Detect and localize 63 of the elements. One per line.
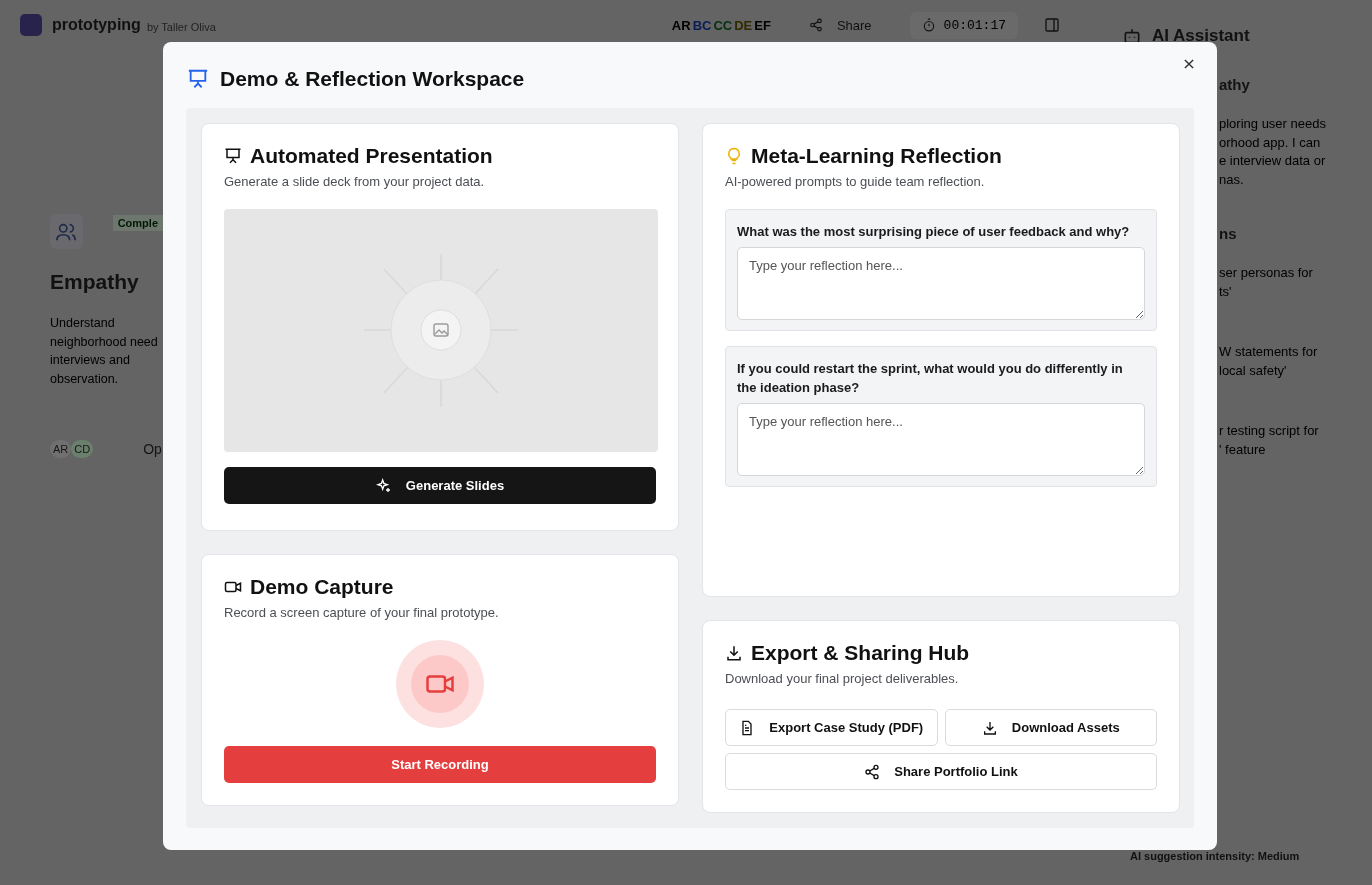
status-badge: Comple [112, 215, 163, 231]
dialog-title: Demo & Reflection Workspace [220, 67, 525, 91]
sidebar-toggle-icon[interactable] [1044, 17, 1060, 33]
card-title: Export & Sharing Hub [751, 641, 970, 665]
intensity-label: AI suggestion intensity: Medium [1130, 850, 1300, 862]
suggestion-line[interactable]: ser personas for [1219, 264, 1372, 283]
card-subtitle: Record a screen capture of your final prototype. [224, 605, 500, 620]
card-subtitle: Download your final project deliverables. [725, 671, 960, 686]
member-avatar: CD [71, 440, 94, 458]
card-title: Automated Presentation [250, 144, 493, 168]
suggestions-heading: ns [1219, 225, 1238, 242]
start-recording-button[interactable]: Start Recording [224, 746, 656, 783]
collaborator-avatar[interactable]: AR [671, 17, 691, 33]
card-title: Demo Capture [250, 575, 394, 599]
phase-heading: athy [1219, 76, 1251, 93]
phase-title: Empathy [50, 270, 140, 294]
member-avatar: AR [50, 440, 72, 458]
presentation-icon [224, 147, 242, 165]
download-icon [725, 644, 743, 662]
assistant-message-line: ploring user needs [1219, 115, 1327, 133]
lightbulb-icon [725, 147, 743, 165]
description-line: neighborhood need [50, 333, 159, 351]
app-logo [20, 14, 42, 36]
users-icon [50, 214, 83, 249]
sparkle-icon [375, 477, 392, 494]
download-icon [981, 719, 998, 736]
suggestion-line[interactable]: local safety' [1219, 361, 1372, 380]
stopwatch-icon [921, 18, 936, 32]
card-subtitle: Generate a slide deck from your project data. [224, 174, 486, 189]
timer: 00:01:17 [909, 11, 1018, 39]
suggestion-line[interactable]: ts' [1219, 282, 1372, 301]
collaborator-avatar[interactable]: BC [692, 17, 712, 33]
share-button[interactable]: Share [808, 11, 872, 39]
export-button[interactable]: Export Case Study (PDF) [725, 709, 938, 746]
app-name: prototyping [52, 16, 141, 34]
presentation-icon [187, 68, 209, 90]
collaborator-avatar[interactable]: EF [754, 17, 771, 33]
suggestion-line[interactable]: W statements for [1219, 343, 1372, 362]
export-button[interactable]: Download Assets [944, 709, 1157, 746]
suggestion-line[interactable]: r testing script for [1219, 422, 1372, 441]
assistant-title: AI Assistant [1152, 26, 1250, 46]
description-line: observation. [50, 370, 120, 388]
close-icon[interactable] [1182, 57, 1196, 71]
description-line: Understand [50, 315, 116, 332]
prompt-question: What was the most surprising piece of user feedback and why? [737, 223, 1131, 241]
generate-slides-button[interactable]: Generate Slides [224, 467, 656, 504]
collaborator-avatar[interactable]: CC [713, 17, 733, 33]
share-icon [864, 763, 881, 780]
share-icon [808, 18, 823, 32]
author-label: by Taller Oliva [146, 21, 216, 33]
description-line: interviews and [50, 352, 131, 369]
card-subtitle: AI-powered prompts to guide team reflection. [725, 174, 986, 189]
prompt-question: If you could restart the sprint, what would you do differently in the ideation phase? [737, 360, 1124, 397]
card-title: Meta-Learning Reflection [751, 144, 1002, 168]
reflection-input[interactable]: Type your reflection here... [737, 403, 1145, 476]
reflection-input[interactable]: Type your reflection here... [737, 247, 1145, 320]
assistant-message-line: e interview data or [1219, 152, 1327, 170]
assistant-message-line: nas. [1219, 170, 1245, 189]
open-link[interactable]: Op [143, 441, 162, 457]
collaborator-avatar[interactable]: DE [734, 17, 753, 33]
suggestion-line[interactable]: ' feature [1219, 440, 1372, 459]
assistant-message-line: orhood app. I can [1219, 133, 1322, 152]
export-button[interactable]: Share Portfolio Link [725, 753, 1157, 790]
